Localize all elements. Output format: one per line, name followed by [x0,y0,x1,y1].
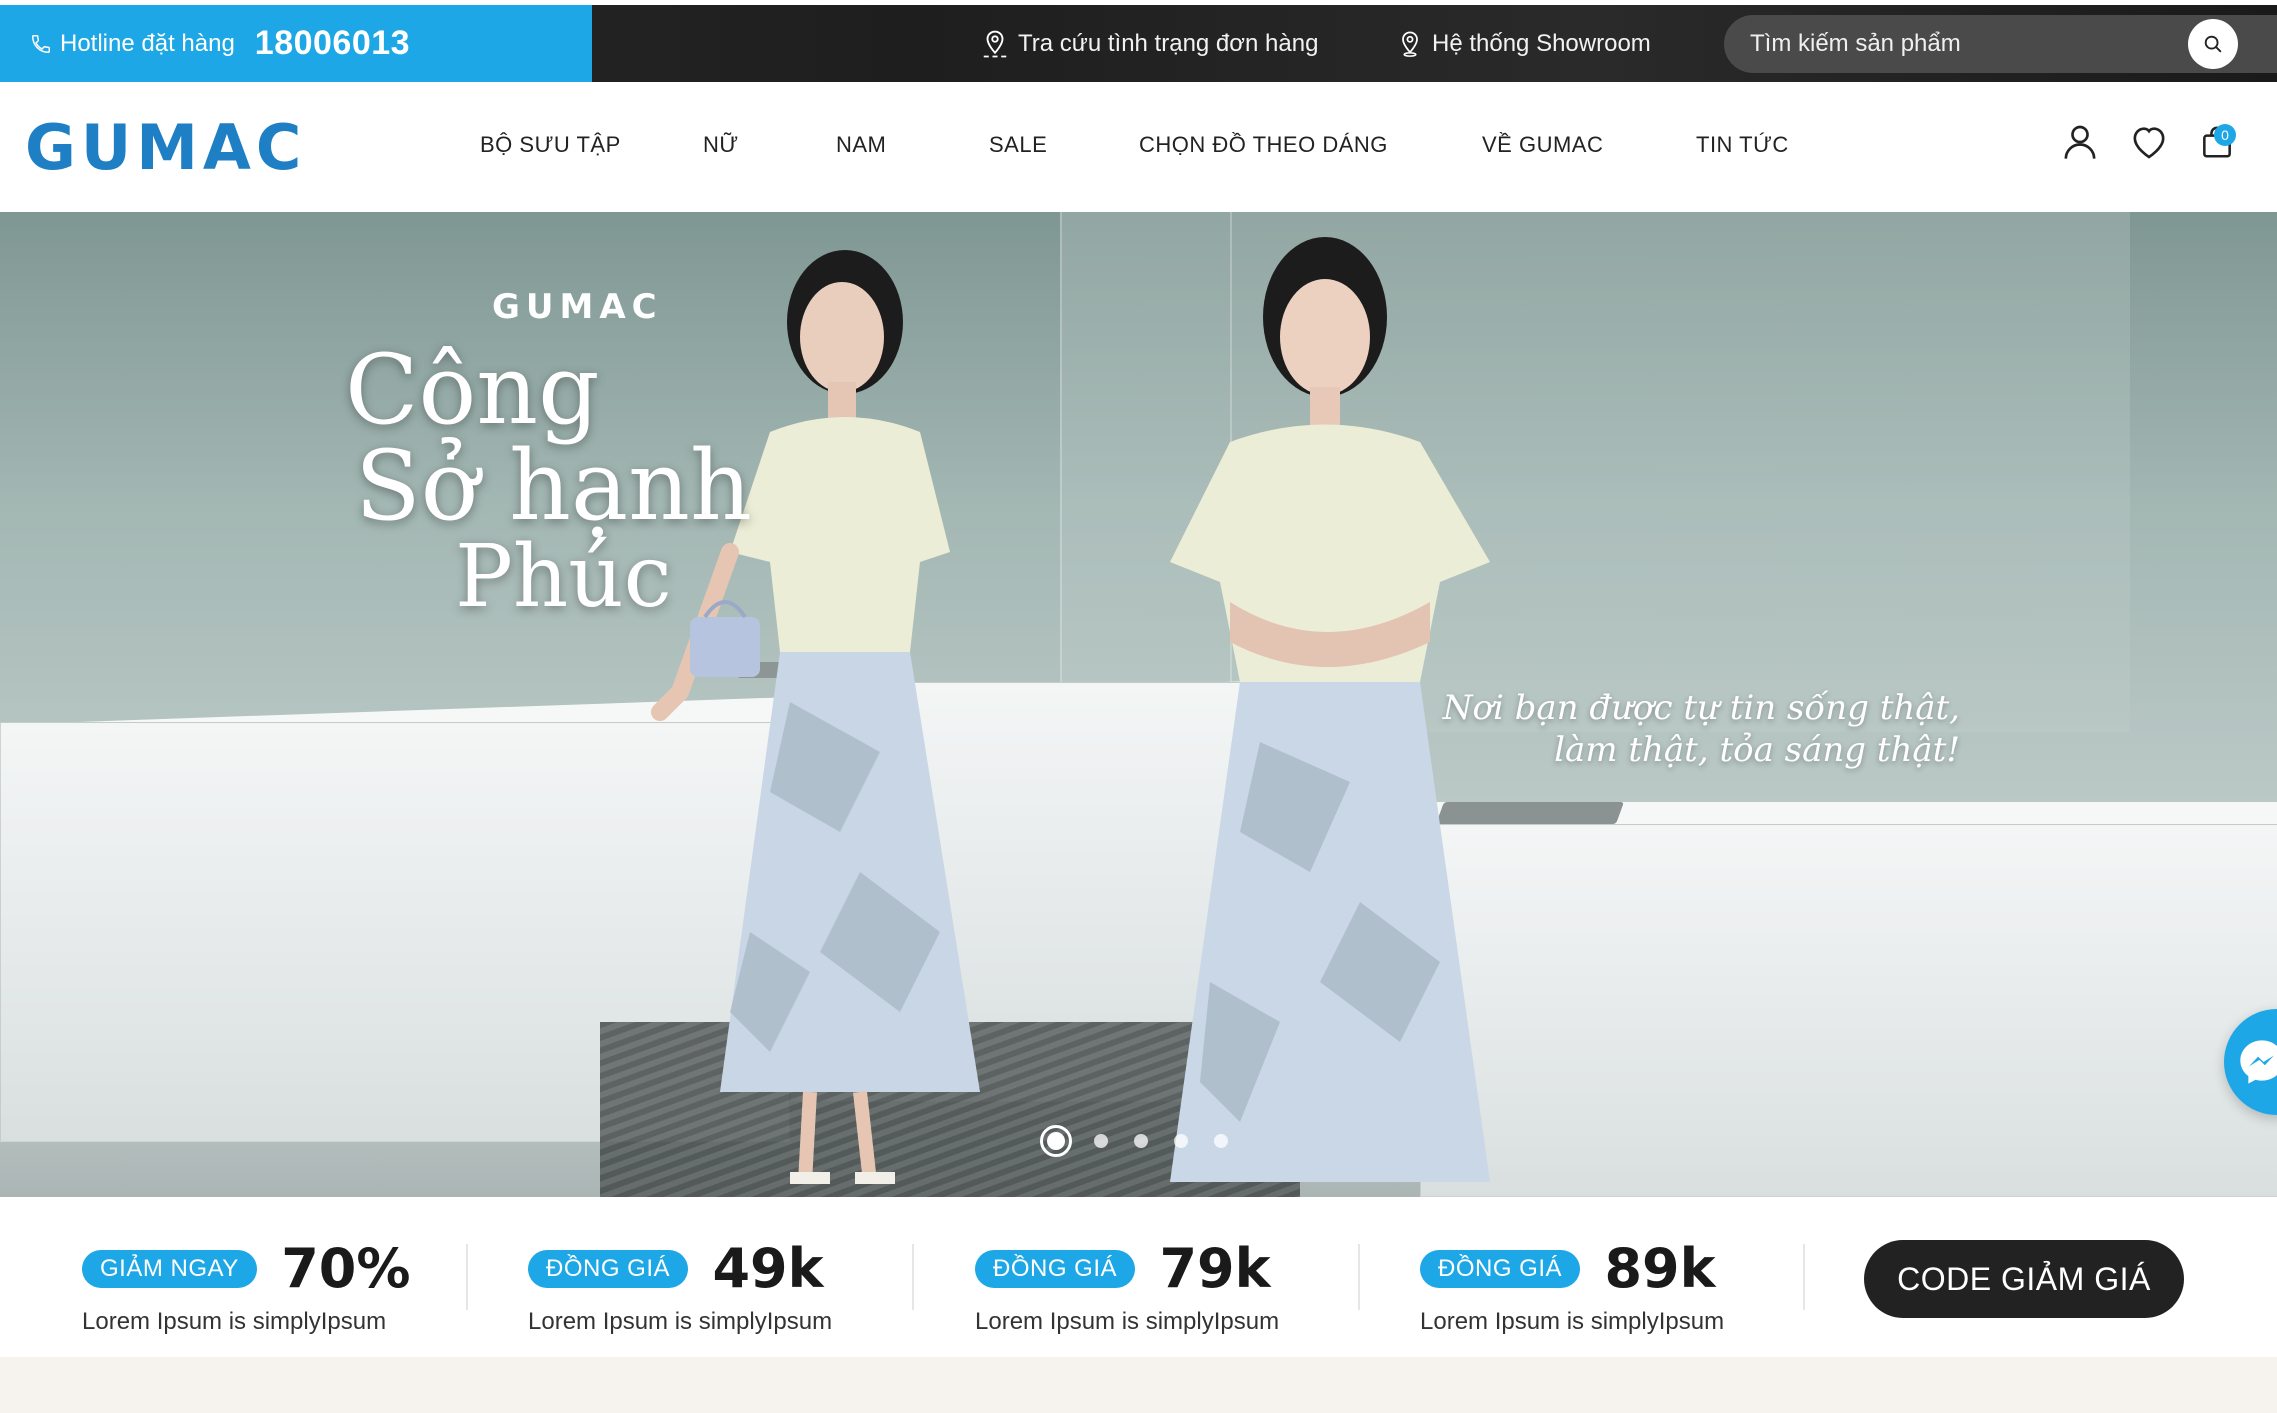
discount-code-button[interactable]: CODE GIẢM GIÁ [1864,1240,2184,1318]
hero-title-line-3: Phúc [455,527,672,627]
search-icon [2204,35,2222,53]
nav-tin-tuc[interactable]: TIN TỨC [1696,132,1789,158]
promo-desc: Lorem Ipsum is simplyIpsum [528,1308,833,1335]
search-input[interactable] [1750,30,2170,58]
promo-value: 79k [1159,1237,1271,1300]
slider-dots [1040,1125,1254,1157]
hero-tagline-line-1: Nơi bạn được tự tin sống thật, [1442,688,1960,728]
slide-dot-4[interactable] [1174,1134,1188,1148]
nav-bo-suu-tap[interactable]: BỘ SƯU TẬP [480,132,621,158]
hotline-label: Hotline đặt hàng [60,29,235,57]
showroom-label: Hệ thống Showroom [1432,29,1651,57]
promo-value: 89k [1604,1237,1716,1300]
main-header: GUMAC BỘ SƯU TẬP NỮ NAM SALE CHỌN ĐỒ THE… [0,82,2277,212]
top-bar: Hotline đặt hàng 18006013 Tra cứu tình t… [0,5,2277,82]
nav-nu[interactable]: NỮ [703,132,739,158]
track-order-link[interactable]: Tra cứu tình trạng đơn hàng [980,5,1318,82]
showroom-link[interactable]: Hệ thống Showroom [1396,5,1651,82]
location-icon [1402,30,1418,57]
cart-count-badge: 0 [2214,124,2236,146]
hero-title-line-1: Công [345,334,600,446]
hero-title: Công Sở hạnh Phúc [345,342,765,620]
heart-icon[interactable] [2128,122,2170,162]
track-order-label: Tra cứu tình trạng đơn hàng [1018,29,1319,57]
promo-desc: Lorem Ipsum is simplyIpsum [1420,1308,1725,1335]
slide-dot-5[interactable] [1214,1134,1228,1148]
slide-dot-2[interactable] [1094,1134,1108,1148]
promo-item[interactable]: ĐỒNG GIÁ 79k Lorem Ipsum is simplyIpsum [975,1237,1279,1336]
nav-sale[interactable]: SALE [989,132,1047,158]
search-box [1724,15,2277,73]
hero-tagline: Nơi bạn được tự tin sống thật, làm thật,… [1440,687,1960,771]
promo-badge: GIẢM NGAY [82,1249,257,1288]
hotline-number[interactable]: 18006013 [255,24,410,63]
promo-desc: Lorem Ipsum is simplyIpsum [82,1308,387,1335]
promo-item[interactable]: GIẢM NGAY 70% Lorem Ipsum is simplyIpsum [82,1237,410,1336]
promo-desc: Lorem Ipsum is simplyIpsum [975,1308,1280,1335]
promo-divider [1358,1244,1360,1310]
hero-tagline-line-2: làm thật, tỏa sáng thật! [1554,730,1960,770]
nav-nam[interactable]: NAM [836,132,886,158]
promo-badge: ĐỒNG GIÁ [528,1249,689,1288]
brand-logo[interactable]: GUMAC [25,111,306,184]
messenger-icon [2240,1040,2277,1084]
promo-value: 49k [712,1237,824,1300]
promo-divider [1803,1244,1805,1310]
hero-banner[interactable]: GUMAC Công Sở hạnh Phúc Nơi bạn được tự … [0,212,2277,1197]
promo-badge: ĐỒNG GIÁ [1420,1249,1581,1288]
slide-dot-1[interactable] [1040,1125,1072,1157]
promo-strip: GIẢM NGAY 70% Lorem Ipsum is simplyIpsum… [0,1197,2277,1357]
map-pin-icon [983,30,1007,57]
nav-chon-do-theo-dang[interactable]: CHỌN ĐỒ THEO DÁNG [1139,132,1388,158]
promo-divider [466,1244,468,1310]
slide-dot-3[interactable] [1134,1134,1148,1148]
promo-divider [912,1244,914,1310]
promo-item[interactable]: ĐỒNG GIÁ 89k Lorem Ipsum is simplyIpsum [1420,1237,1724,1336]
user-icon[interactable] [2060,122,2100,162]
promo-item[interactable]: ĐỒNG GIÁ 49k Lorem Ipsum is simplyIpsum [528,1237,832,1336]
nav-ve-gumac[interactable]: VỀ GUMAC [1482,132,1603,158]
next-section-band [0,1357,2277,1413]
search-button[interactable] [2188,19,2238,69]
page: Hotline đặt hàng 18006013 Tra cứu tình t… [0,0,2277,1413]
promo-badge: ĐỒNG GIÁ [975,1249,1136,1288]
hotline-bar[interactable]: Hotline đặt hàng 18006013 [0,5,592,82]
phone-icon [32,34,50,53]
hero-brand: GUMAC [492,287,663,327]
hero-title-line-2: Sở hạnh [355,430,752,542]
promo-value: 70% [281,1237,411,1300]
